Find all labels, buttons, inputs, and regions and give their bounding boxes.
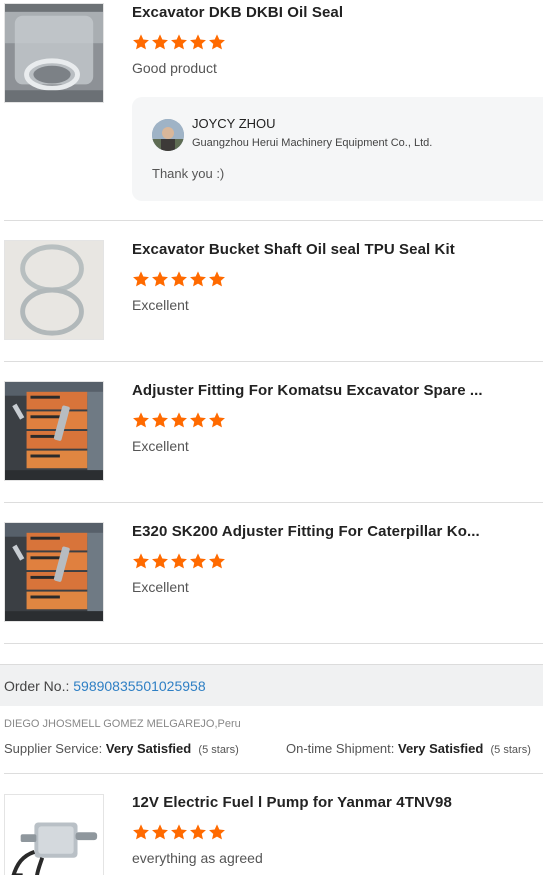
seal-rings-photo [5,241,103,339]
divider [4,361,543,362]
supplier-reply: JOYCY ZHOU Guangzhou Herui Machinery Equ… [132,97,543,201]
adjuster-boxes-photo [5,523,103,621]
star-icon [208,33,226,51]
star-icon [170,823,188,841]
review-text: Excellent [132,579,189,595]
divider [4,502,543,503]
review-text: Excellent [132,297,189,313]
supplier-service-label: Supplier Service: [4,741,103,756]
star-icon [132,270,150,288]
oil-seal-photo [5,4,103,102]
product-image[interactable] [4,794,104,875]
avatar [152,119,184,151]
reply-company-name: Guangzhou Herui Machinery Equipment Co.,… [192,137,433,149]
order-number-link[interactable]: 59890835501025958 [73,678,205,694]
review-text: Good product [132,60,217,76]
product-title[interactable]: Adjuster Fitting For Komatsu Excavator S… [132,382,483,399]
rating-stars [132,270,227,290]
star-icon [132,33,150,51]
adjuster-boxes-photo [5,382,103,480]
divider [4,643,543,644]
shipment-rating: On-time Shipment: Very Satisfied (5 star… [286,741,531,756]
buyer-name: DIEGO JHOSMELL GOMEZ MELGAREJO,Peru [4,718,241,730]
product-image[interactable] [4,3,104,103]
star-icon [208,411,226,429]
order-ratings: Supplier Service: Very Satisfied (5 star… [4,741,543,756]
star-icon [170,270,188,288]
star-icon [132,552,150,570]
star-icon [151,823,169,841]
star-icon [132,823,150,841]
star-icon [189,411,207,429]
shipment-value: Very Satisfied [398,741,484,756]
supplier-service-rating: Supplier Service: Very Satisfied (5 star… [4,741,239,756]
review-text: everything as agreed [132,850,263,866]
star-icon [189,823,207,841]
order-number-label: Order No.: [4,678,70,694]
rating-stars [132,33,227,53]
star-icon [208,823,226,841]
star-icon [132,411,150,429]
divider [4,773,543,774]
star-icon [151,552,169,570]
reply-text: Thank you :) [152,166,225,181]
order-number-row: Order No.: 59890835501025958 [4,678,206,694]
product-image[interactable] [4,522,104,622]
product-title[interactable]: Excavator DKB DKBI Oil Seal [132,4,343,21]
fuel-pump-photo [5,795,103,875]
star-icon [189,270,207,288]
star-icon [189,552,207,570]
review-text: Excellent [132,438,189,454]
star-icon [151,33,169,51]
rating-stars [132,552,227,572]
supplier-service-stars: (5 stars) [198,744,239,756]
order-header: Order No.: 59890835501025958 [0,664,543,706]
rating-stars [132,411,227,431]
star-icon [189,33,207,51]
product-title[interactable]: Excavator Bucket Shaft Oil seal TPU Seal… [132,241,455,258]
star-icon [151,411,169,429]
rating-stars [132,823,227,843]
product-image[interactable] [4,381,104,481]
product-image[interactable] [4,240,104,340]
supplier-service-value: Very Satisfied [105,741,192,756]
star-icon [208,270,226,288]
shipment-stars: (5 stars) [490,744,531,756]
product-title[interactable]: 12V Electric Fuel l Pump for Yanmar 4TNV… [132,794,452,811]
star-icon [151,270,169,288]
product-title[interactable]: E320 SK200 Adjuster Fitting For Caterpil… [132,523,480,540]
divider [4,220,543,221]
star-icon [170,33,188,51]
star-icon [170,552,188,570]
star-icon [208,552,226,570]
shipment-label: On-time Shipment: [286,741,395,756]
star-icon [170,411,188,429]
reply-author-name: JOYCY ZHOU [192,116,276,131]
